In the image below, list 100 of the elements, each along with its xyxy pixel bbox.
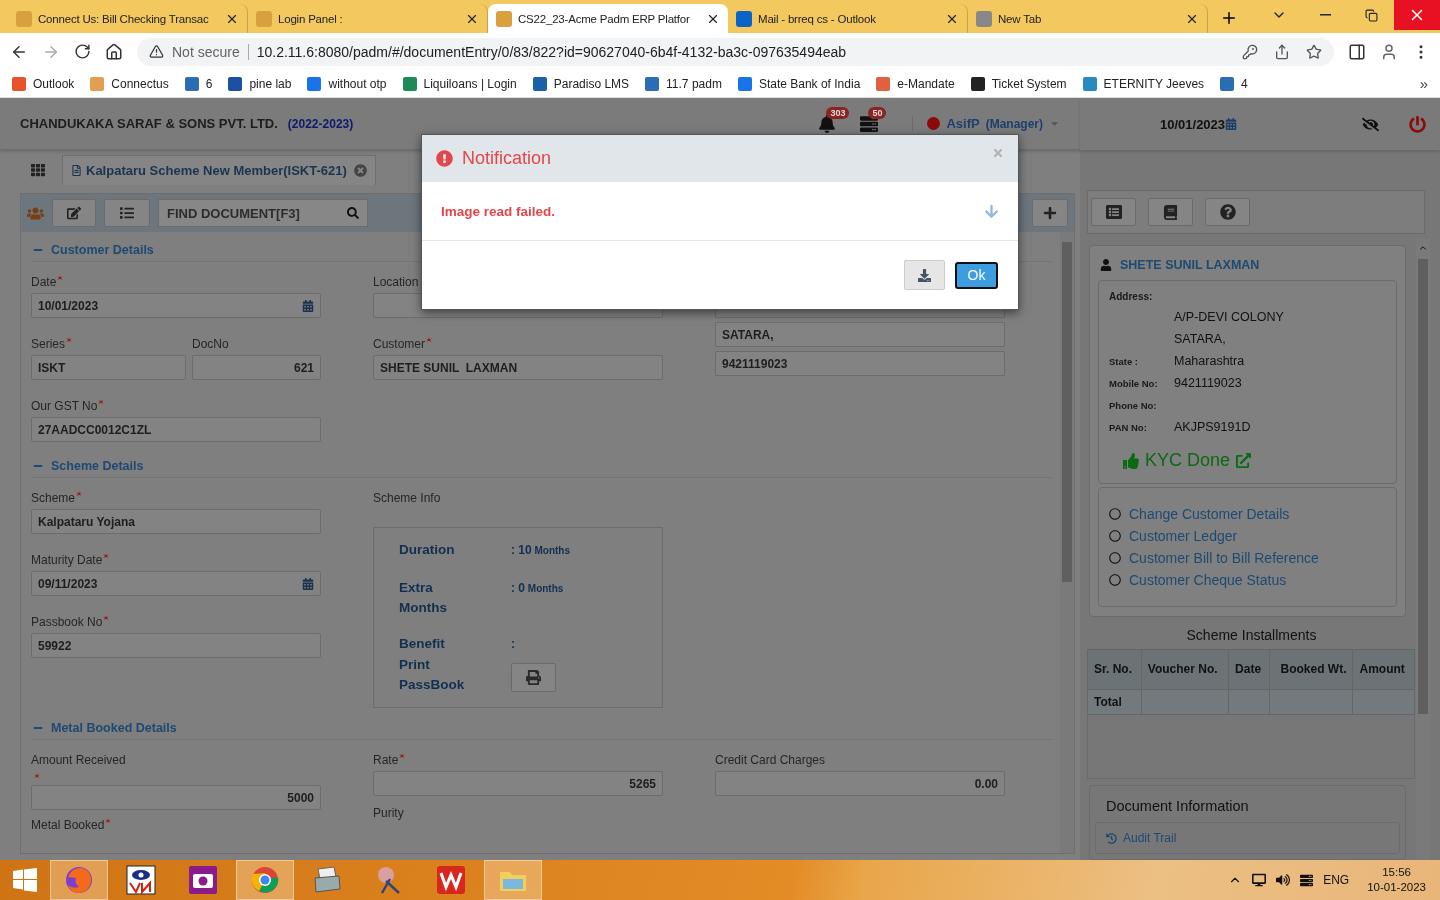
eye-slash-icon[interactable]: [1362, 115, 1379, 133]
bell-icon[interactable]: [818, 114, 837, 133]
bookmark-link[interactable]: Paradiso LMS: [532, 76, 630, 91]
favicon-icon: [976, 10, 992, 27]
list-button[interactable]: [1091, 198, 1136, 226]
favicon-icon: [256, 10, 272, 27]
financial-year: (2022-2023): [287, 116, 354, 131]
user-icon: [1100, 259, 1112, 271]
address-field[interactable]: SATARA,: [715, 322, 1005, 347]
bookmark-link[interactable]: State Bank of India: [737, 76, 861, 91]
status-dot: [927, 117, 941, 130]
rate-field[interactable]: 5265: [373, 771, 663, 796]
field-label: Passbook No: [31, 615, 103, 629]
required-icon: [76, 491, 83, 497]
help-button[interactable]: [1205, 198, 1250, 226]
field-label: Scheme: [31, 491, 76, 505]
network-icon[interactable]: [1300, 873, 1314, 887]
scroll-up-icon[interactable]: [1418, 243, 1428, 253]
bookmark-link[interactable]: 11.7 padm: [645, 76, 722, 91]
detail-value: 9421119023: [1174, 376, 1243, 390]
column-header: Sr. No.: [1087, 649, 1142, 690]
field-label: Series: [31, 337, 65, 351]
maturity-date-field[interactable]: 09/11/2023: [31, 571, 321, 596]
amount-received-field[interactable]: 5000: [31, 785, 321, 810]
credit-card-charges-field[interactable]: 0.00: [715, 771, 1005, 796]
customer-name: SHETE SUNIL LAXMAN: [1120, 258, 1260, 272]
bookmark-link[interactable]: Ticket System: [970, 76, 1067, 91]
bookmark-link[interactable]: Liquiloans | Login: [402, 76, 517, 91]
required-icon: [103, 615, 110, 621]
radio-icon: [1109, 530, 1121, 542]
home-icon[interactable]: [105, 42, 123, 61]
doc-no-field[interactable]: 621: [192, 355, 321, 380]
more-bookmarks-button[interactable]: »: [1419, 75, 1428, 92]
language-indicator[interactable]: ENG: [1323, 873, 1350, 887]
required-icon: [426, 337, 432, 343]
browser-tab[interactable]: CS22_23-Acme Padm ERP Platfor: [488, 4, 728, 33]
book-button[interactable]: [1148, 198, 1193, 226]
clock[interactable]: 15:56 10-01-2023: [1367, 865, 1426, 895]
bookmark-link[interactable]: ETERNITY Jeeves: [1082, 76, 1205, 91]
print-button[interactable]: [511, 662, 556, 692]
bookmark-link[interactable]: e-Mandate: [876, 76, 955, 91]
required-icon: [103, 553, 110, 559]
calendar-icon[interactable]: [1225, 118, 1238, 130]
passbook-field[interactable]: 59922: [31, 633, 321, 658]
field-label: Our GST No: [31, 399, 98, 413]
kyc-status: KYC Done: [1145, 450, 1231, 471]
monitor-icon[interactable]: [1252, 873, 1267, 887]
download-button[interactable]: [904, 260, 945, 290]
required-icon: [66, 337, 72, 343]
server-icon[interactable]: [860, 114, 879, 133]
list-button[interactable]: [104, 199, 150, 227]
error-message: Image read failed.: [441, 203, 556, 219]
add-button[interactable]: [1032, 199, 1068, 227]
star-icon[interactable]: [1306, 43, 1322, 60]
windows-icon: [13, 868, 37, 892]
document-icon: [71, 165, 82, 176]
address-bar[interactable]: Not secure 10.2.11.6:8080/padm/#/documentEntry/0/83/822?id=90627040-6b4f-4132-ba3c-097635494eab: [137, 37, 1334, 66]
printer-icon: [312, 865, 342, 895]
total-label: Total: [1087, 689, 1142, 715]
bookmark-link[interactable]: without otp: [307, 76, 387, 91]
required-icon: [399, 753, 406, 759]
date-field[interactable]: 10/01/2023: [31, 293, 321, 318]
thumbs-up-icon: [1123, 452, 1139, 469]
field-label: Scheme Info: [373, 491, 442, 505]
gst-field[interactable]: 27AADCC0012C1ZL: [31, 417, 321, 442]
restore-icon: [1364, 8, 1378, 22]
detail-label: Mobile No:: [1109, 377, 1159, 389]
section-title: Scheme Details: [51, 459, 144, 473]
field-label: Purity: [373, 806, 404, 820]
info-label: Extra Months: [399, 578, 448, 617]
bookmark-link[interactable]: pine lab: [228, 76, 292, 91]
detail-label: State :: [1109, 355, 1140, 367]
share-icon[interactable]: [1274, 43, 1290, 60]
bookmark-link[interactable]: Outlook: [12, 76, 75, 91]
field-label: Date: [31, 275, 57, 289]
address-field[interactable]: 9421119023: [715, 351, 1005, 376]
customer-field[interactable]: SHETE SUNIL LAXMAN: [373, 355, 663, 380]
series-field[interactable]: ISKT: [31, 355, 186, 380]
new-tab-icon[interactable]: [1220, 9, 1238, 27]
reload-icon[interactable]: [74, 43, 91, 60]
field-label: Metal Booked: [31, 818, 105, 832]
scrollbar[interactable]: [1060, 232, 1074, 853]
key-icon[interactable]: [1242, 43, 1258, 60]
find-document-field[interactable]: FIND DOCUMENT[F3]: [158, 199, 368, 227]
calendar-icon[interactable]: [302, 299, 314, 312]
bookmark-link[interactable]: Connectus: [90, 76, 169, 91]
profile-icon[interactable]: [1380, 42, 1398, 61]
speaker-icon[interactable]: [1276, 873, 1291, 887]
detail-label: PAN No:: [1109, 421, 1148, 433]
search-icon[interactable]: [347, 207, 359, 219]
wheel-icon: [250, 865, 280, 895]
bookmark-link[interactable]: 6: [184, 76, 213, 91]
side-panel-icon[interactable]: [1348, 42, 1366, 61]
scheme-field[interactable]: Kalpataru Yojana: [31, 509, 321, 534]
detail-label: Phone No:: [1109, 399, 1158, 411]
edit-button[interactable]: [52, 199, 96, 227]
calendar-icon[interactable]: [302, 577, 314, 590]
bookmark-link[interactable]: 4: [1220, 76, 1248, 91]
book-icon: [1163, 204, 1178, 220]
grid-icon: [31, 163, 45, 177]
